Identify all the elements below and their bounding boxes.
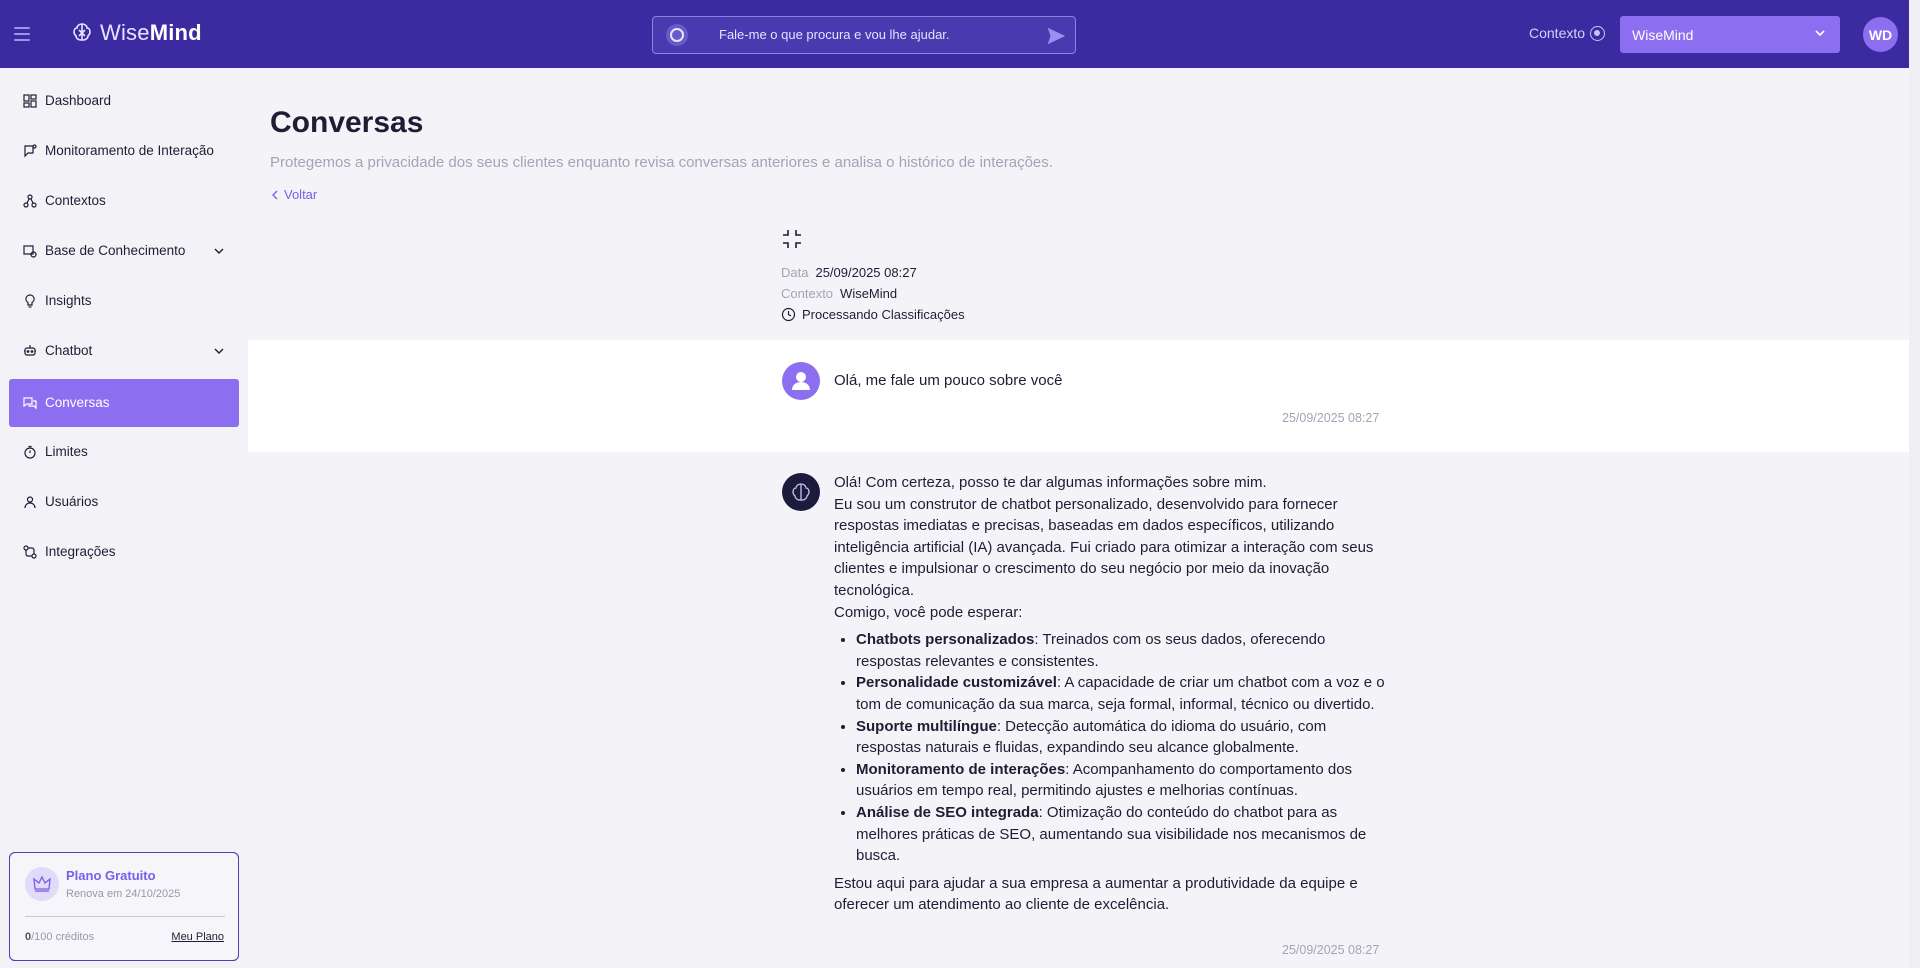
brain-logo-icon [73, 23, 91, 41]
message-timestamp: 25/09/2025 08:27 [1282, 943, 1380, 957]
plan-title: Plano Gratuito [66, 868, 156, 883]
credits-total: /100 créditos [31, 931, 95, 943]
chevron-down-icon [1815, 30, 1825, 37]
list-item: Suporte multilíngue: Detecção automática… [856, 716, 1394, 759]
conversation-date: Data 25/09/2025 08:27 [781, 265, 917, 280]
my-plan-link[interactable]: Meu Plano [171, 931, 224, 943]
brand-name-bold: Mind [149, 20, 202, 45]
sidebar-item-label: Base de Conhecimento [45, 243, 186, 258]
sidebar-item-integracoes[interactable]: Integrações [9, 528, 239, 576]
user-icon [24, 496, 36, 509]
bot-message-row: Olá! Com certeza, posso te dar algumas i… [248, 452, 1909, 968]
top-bar: Wise Mind Fale-me o que procura e vou lh… [0, 0, 1909, 68]
plan-card: Plano Gratuito Renova em 24/10/2025 0/10… [9, 852, 239, 961]
chevron-left-icon [272, 190, 278, 199]
hamburger-menu-icon[interactable] [14, 22, 36, 46]
sidebar-item-label: Usuários [45, 494, 99, 509]
sidebar-item-label: Limites [45, 444, 88, 459]
user-message-row: Olá, me fale um pouco sobre você 25/09/2… [248, 340, 1909, 452]
bot-avatar-icon [782, 473, 820, 511]
dashboard-icon [23, 94, 37, 108]
conversations-icon [23, 397, 37, 410]
page-subtitle: Protegemos a privacidade dos seus client… [270, 154, 1053, 171]
send-icon[interactable] [1045, 25, 1067, 47]
page-title: Conversas [270, 106, 424, 139]
list-item: Personalidade customizável: A capacidade… [856, 672, 1394, 715]
sidebar-item-monitoramento[interactable]: Monitoramento de Interação [9, 127, 239, 175]
bot-paragraph: Eu sou um construtor de chatbot personal… [834, 495, 1374, 599]
sidebar-item-label: Insights [45, 293, 92, 308]
search-placeholder[interactable]: Fale-me o que procura e vou lhe ajudar. [719, 27, 950, 42]
message-timestamp: 25/09/2025 08:27 [1282, 411, 1380, 425]
date-value: 25/09/2025 08:27 [815, 265, 917, 280]
context-meta-label: Contexto [781, 286, 834, 301]
context-label: Contexto [1529, 25, 1586, 41]
sidebar-item-conversas[interactable]: Conversas [9, 379, 239, 427]
search-bar[interactable]: Fale-me o que procura e vou lhe ajudar. [652, 16, 1076, 54]
feature-title: Chatbots personalizados [856, 631, 1035, 649]
crown-icon [25, 867, 59, 901]
sidebar-item-chatbot[interactable]: Chatbot [9, 327, 239, 375]
lightbulb-icon [25, 294, 35, 308]
bot-message: Olá! Com certeza, posso te dar algumas i… [834, 472, 1394, 916]
main-content: Conversas Protegemos a privacidade dos s… [248, 68, 1909, 968]
sidebar-item-label: Chatbot [45, 343, 93, 358]
scrollbar[interactable] [1909, 0, 1920, 968]
user-avatar-icon [782, 362, 820, 400]
feature-title: Suporte multilíngue [856, 717, 997, 735]
bot-paragraph: Olá! Com certeza, posso te dar algumas i… [834, 474, 1267, 491]
back-link[interactable]: Voltar [270, 187, 317, 202]
sidebar-item-label: Conversas [45, 395, 110, 410]
processing-status: Processando Classificações [781, 307, 965, 322]
bot-paragraph: Estou aqui para ajudar a sua empresa a a… [834, 874, 1358, 914]
sidebar: Dashboard Monitoramento de Interação Con… [0, 68, 248, 968]
sidebar-item-dashboard[interactable]: Dashboard [9, 77, 239, 125]
sidebar-item-usuarios[interactable]: Usuários [9, 478, 239, 526]
user-message: Olá, me fale um pouco sobre você [834, 372, 1063, 389]
context-meta-value: WiseMind [840, 286, 898, 301]
context-select-value: WiseMind [1632, 26, 1694, 43]
feature-title: Personalidade customizável [856, 674, 1057, 692]
brand-name-light: Wise [100, 20, 150, 45]
info-icon[interactable] [1590, 26, 1605, 41]
chevron-down-icon[interactable] [213, 245, 225, 257]
sidebar-item-label: Dashboard [45, 93, 112, 108]
conversation-context: Contexto WiseMind [781, 286, 897, 301]
feature-list: Chatbots personalizados: Treinados com o… [834, 629, 1394, 867]
chat-monitor-icon [24, 144, 37, 158]
sidebar-item-limites[interactable]: Limites [9, 428, 239, 476]
robot-icon [24, 345, 36, 356]
sidebar-item-label: Contextos [45, 193, 106, 208]
sidebar-item-label: Integrações [45, 544, 116, 559]
plan-renew-date: Renova em 24/10/2025 [66, 888, 181, 900]
sidebar-item-contextos[interactable]: Contextos [9, 177, 239, 225]
list-item: Monitoramento de interações: Acompanhame… [856, 759, 1394, 802]
list-item: Chatbots personalizados: Treinados com o… [856, 629, 1394, 672]
timer-icon [24, 445, 36, 459]
database-icon [23, 245, 37, 258]
user-avatar[interactable]: WD [1863, 17, 1898, 52]
divider [25, 916, 225, 917]
context-select[interactable]: WiseMind [1620, 16, 1840, 53]
collapse-icon[interactable] [781, 228, 803, 250]
integrations-icon [23, 545, 37, 559]
credits-counter: 0/100 créditos [25, 931, 94, 943]
back-label: Voltar [284, 187, 318, 202]
feature-title: Análise de SEO integrada [856, 803, 1039, 821]
nodes-icon [23, 194, 37, 208]
chevron-down-icon[interactable] [213, 345, 225, 357]
bot-paragraph: Comigo, você pode esperar: [834, 603, 1023, 621]
assistant-orb-icon [666, 24, 688, 46]
list-item: Análise de SEO integrada: Otimização do … [856, 802, 1394, 867]
date-label: Data [781, 265, 809, 280]
sidebar-item-label: Monitoramento de Interação [45, 143, 214, 158]
clock-icon [781, 307, 796, 322]
status-text: Processando Classificações [802, 307, 965, 322]
sidebar-item-base-conhecimento[interactable]: Base de Conhecimento [9, 227, 239, 275]
feature-title: Monitoramento de interações [856, 760, 1066, 778]
sidebar-item-insights[interactable]: Insights [9, 277, 239, 325]
brand-logo[interactable]: Wise Mind [70, 20, 202, 46]
